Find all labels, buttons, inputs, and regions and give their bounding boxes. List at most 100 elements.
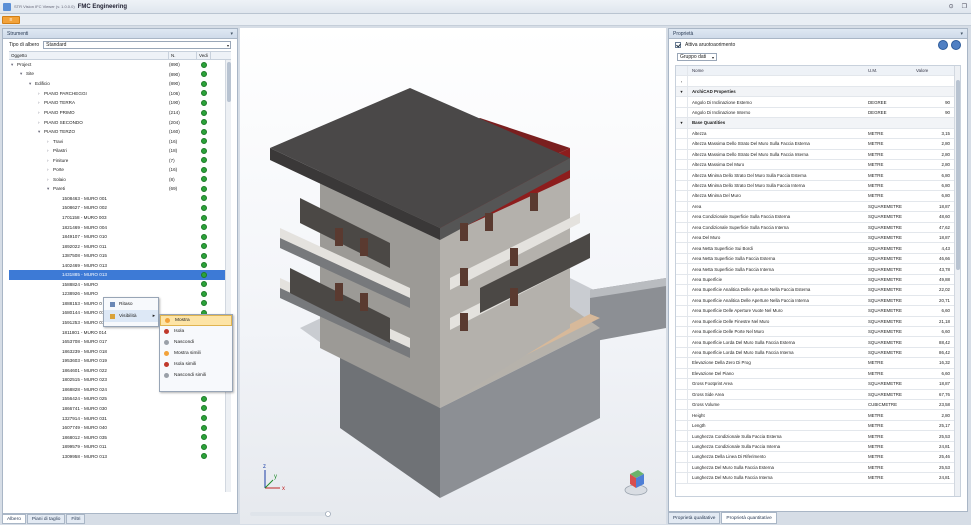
property-row[interactable]: Altezza Massima Del Muro METRE 2,80 [676,159,960,171]
visibility-eye-icon[interactable] [201,71,207,78]
collapse-arrow-icon[interactable]: ▾ [680,120,682,125]
property-row[interactable]: Area Superficie Lorda Del Muro Sulla Fac… [676,347,960,359]
visibility-eye-icon[interactable] [201,281,207,288]
properties-scrollbar[interactable] [954,66,960,496]
tree-row[interactable]: 1821469 - MURO 004 [9,222,231,232]
property-row[interactable]: Gross Side Area SQUAREMETRE 67,76 [676,389,960,400]
visibility-eye-icon[interactable] [201,204,207,211]
tree-row[interactable]: 1868012 - MURO 035 [9,432,231,442]
property-row[interactable]: Area Del Muro SQUAREMETRE 18,87 [676,233,960,244]
visibility-eye-icon[interactable] [201,109,207,116]
property-row[interactable]: › [676,76,960,87]
group-select[interactable]: Gruppo dati ▾ [677,53,717,61]
property-row[interactable]: Lunghezza Del Muro Sulla Faccia Esterna M… [676,462,960,474]
property-row[interactable]: Altezza METRE 3,15 [676,128,960,140]
tree-row[interactable]: 1892022 - MURO 011 [9,241,231,251]
tab-tree[interactable]: Albero [2,514,26,524]
visibility-eye-icon[interactable] [201,90,207,97]
property-row[interactable]: Area Condizionale Superficie Sulla Facci… [676,212,960,223]
refresh-icon[interactable] [951,40,961,50]
submenu-item[interactable]: Mostra [160,315,232,326]
column-unit[interactable]: U.M. [866,68,914,73]
tree-row[interactable]: › Travi (16) [9,136,231,146]
tree-row[interactable]: 1327914 - MURO 031 [9,413,231,423]
collapse-arrow-icon[interactable]: ▾ [680,89,682,94]
property-row[interactable]: Altezza Minima Dello Strato Del Muro Sul… [676,180,960,192]
property-row[interactable]: Angolo Di Inclinazione Interno DEGREE 90 [676,107,960,119]
slider-track[interactable] [250,512,330,516]
property-row[interactable]: Area Superficie Analitica Delle Aperture… [676,295,960,307]
visibility-eye-icon[interactable] [201,424,207,431]
column-visible[interactable]: Vedi [197,52,211,59]
property-row[interactable]: Area Superficie Lorda Del Muro Sulla Fac… [676,337,960,348]
property-row[interactable]: Angolo Di Inclinazione Esterno DEGREE 90 [676,97,960,108]
tab-filters[interactable]: Filtri [66,514,86,524]
tree-row[interactable]: ▾ PIANO TERZO (160) [9,127,231,137]
settings-icon[interactable] [938,40,948,50]
tree-row[interactable]: ▾ Project (890) [9,60,231,70]
submenu-item[interactable]: Mostra simili [160,348,232,359]
property-category-row[interactable]: ▾ Base Quantities [676,118,960,129]
property-row[interactable]: Area Superficie Delle Aperture Vuote Nel… [676,306,960,317]
tree-row[interactable]: › PIANO PRIMO (214) [9,108,231,118]
visibility-eye-icon[interactable] [201,405,207,412]
menu-item-zoom[interactable]: Ritaso [104,298,158,310]
tree-scrollbar[interactable] [225,60,231,492]
scrollbar-thumb[interactable] [227,62,231,102]
visibility-eye-icon[interactable] [201,128,207,135]
3d-viewport[interactable]: z x y [240,28,666,524]
tree-row[interactable]: 1402469 - MURO 013 [9,260,231,270]
submenu-item[interactable]: Isola simili [160,359,232,370]
property-row[interactable]: Area Netta Superficie Sulla Faccia Ester… [676,253,960,265]
visibility-eye-icon[interactable] [201,138,207,145]
property-row[interactable]: Elevazione Della Zero Di Prog METRE 16,32 [676,358,960,369]
tree-row[interactable]: ▾ Edificio (890) [9,79,231,89]
property-row[interactable]: Area Superficie Delle Porte Nel Muro SQUA… [676,326,960,338]
tree-row[interactable]: › Pilastri (18) [9,146,231,156]
auto-update-checkbox[interactable] [675,42,681,48]
restore-icon[interactable]: ❐ [962,3,967,10]
column-name[interactable]: Nome [688,68,866,73]
tree-row[interactable]: ▾ Pareti (69) [9,184,231,194]
scrollbar-thumb[interactable] [956,80,960,270]
property-row[interactable]: Area Netta Superficie Sui Bordi SQUAREMET… [676,243,960,254]
tree-row[interactable]: 1431885 - MURO 013 [9,270,231,280]
visibility-eye-icon[interactable] [201,147,207,154]
column-object[interactable]: Oggetto [9,52,169,59]
menu-item-visibility[interactable]: Visibilità ▸ [104,310,158,322]
tree-row[interactable]: 1387508 - MURO 015 [9,251,231,261]
tree-row[interactable]: 1508627 - MURO 002 [9,203,231,213]
property-row[interactable]: Area Superficie SQUAREMETRE 49,88 [676,274,960,286]
property-row[interactable]: Area Superficie Analitica Delle Aperture… [676,285,960,296]
property-row[interactable]: Altezza Minima Dello Strato Del Muro Sul… [676,170,960,181]
tree-row[interactable]: › Porte (16) [9,165,231,175]
tree-row[interactable]: 1701158 - MURO 003 [9,213,231,223]
visibility-eye-icon[interactable] [201,176,207,183]
app-menu-button[interactable]: ≡ [2,16,20,24]
tab-qualitative-properties[interactable]: Proprietà qualitative [668,512,721,524]
visibility-eye-icon[interactable] [201,99,207,106]
pin-icon[interactable]: ▾ [230,29,233,39]
tree-row[interactable]: › PIANO PARCHEGGI (106) [9,89,231,99]
tree-row[interactable]: 1556424 - MURO 025 [9,394,231,404]
property-row[interactable]: Length METRE 25,17 [676,420,960,432]
submenu-item[interactable]: Nascondi [160,337,232,348]
slider-handle[interactable] [325,511,331,517]
tree-row[interactable]: 1588824 - MURO [9,280,231,290]
visibility-eye-icon[interactable] [201,262,207,269]
property-row[interactable]: Area Condizionale Superficie Sulla Facci… [676,222,960,233]
tree-row[interactable]: › Finiture (7) [9,155,231,165]
visibility-eye-icon[interactable] [201,415,207,421]
property-category-row[interactable]: ▾ ArchiCAD Properties [676,86,960,98]
submenu-item[interactable]: Nascondi simili [160,370,232,381]
visibility-eye-icon[interactable] [201,243,207,250]
tree-row[interactable]: 1899579 - MURO 011 [9,442,231,452]
visibility-eye-icon[interactable] [201,119,207,126]
visibility-eye-icon[interactable] [201,214,207,221]
tree-row[interactable]: › PIANO SECONDO (204) [9,117,231,127]
tree-type-select[interactable]: Standard ▾ [43,41,231,49]
visibility-eye-icon[interactable] [201,434,207,441]
property-row[interactable]: Lunghezza Del Muro Sulla Faccia Interna M… [676,473,960,484]
tree-row[interactable]: 1849107 - MURO 010 [9,232,231,242]
submenu-item[interactable]: Isola [160,326,232,337]
